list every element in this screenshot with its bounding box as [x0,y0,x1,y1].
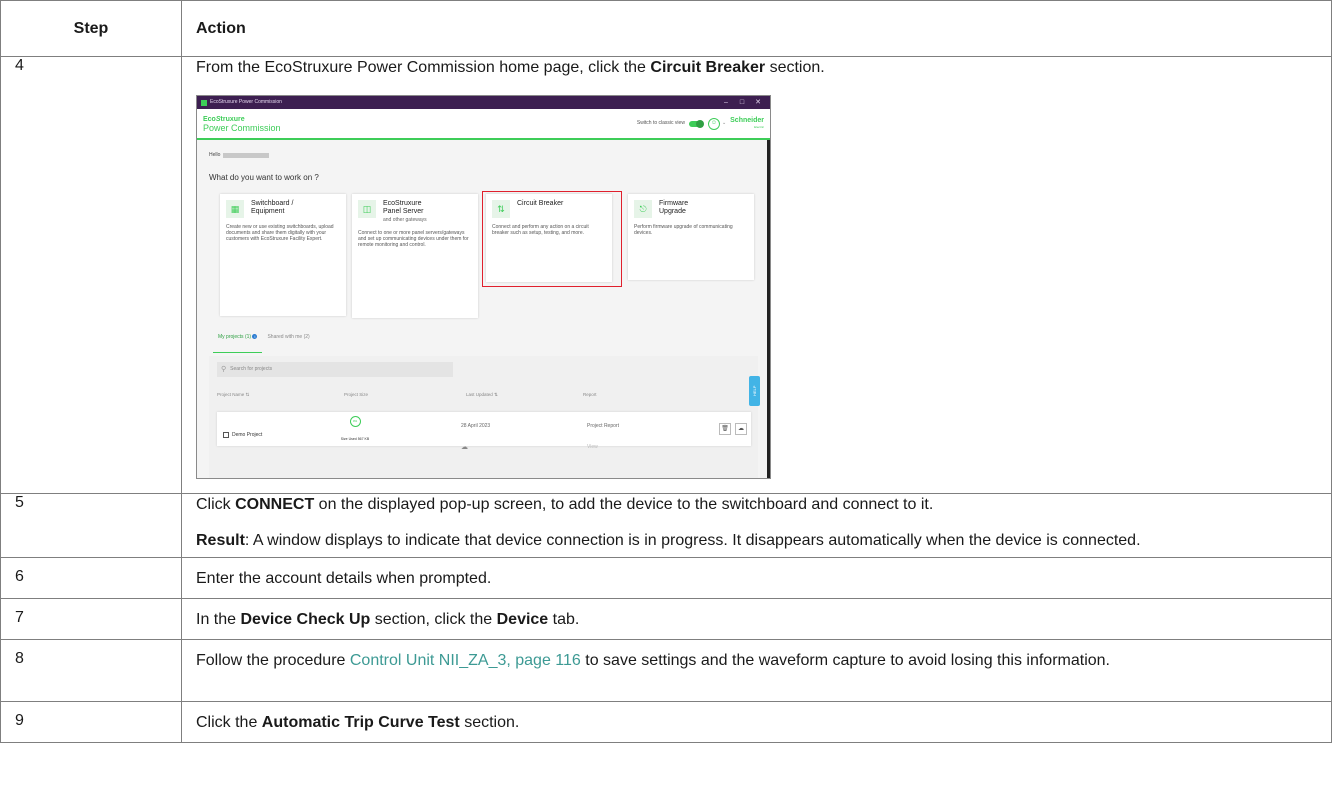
step-number: 4 [0,56,182,494]
view-report-link[interactable]: View [587,437,619,458]
home-content: Hello What do you want to work on ? ▦ Sw… [197,140,770,478]
search-icon: ⚲ [221,366,227,373]
step-row-4: 4 From the EcoStruxure Power Commission … [0,56,1332,494]
step-row-8: 8 Follow the procedure Control Unit NII_… [0,639,1332,702]
action-text: From the EcoStruxure Power Commission ho… [196,59,825,76]
delete-icon[interactable]: 🗑 [719,423,731,435]
step-number: 5 [0,493,182,558]
action-text: Enter the account details when prompted. [196,570,492,587]
close-icon[interactable]: ✕ [750,96,766,113]
step-action: Follow the procedure Control Unit NII_ZA… [181,639,1332,702]
card-firmware[interactable]: ⎋ Firmware Upgrade Perform firmware upgra… [628,194,754,280]
step-row-9: 9 Click the Automatic Trip Curve Test se… [0,701,1332,743]
header-row: Step Action [0,0,1332,57]
step-number: 7 [0,598,182,640]
col-project-name[interactable]: Project Name ⇅ [217,384,344,405]
step-action: From the EcoStruxure Power Commission ho… [181,56,1332,494]
action-text: Follow the procedure Control Unit NII_ZA… [196,652,1110,669]
report-cell: Project Report View [587,416,619,458]
table-header: Project Name ⇅ Project Size Last Updated… [209,384,758,405]
window-titlebar: EcoStruxure Power Commission – □ ✕ [197,96,770,109]
tab-my-projects[interactable]: My projects (1) i [213,324,263,353]
steps-table: Step Action 4 From the EcoStruxure Power… [0,0,1332,743]
highlight-box [482,191,622,287]
step-action: Click the Automatic Trip Curve Test sect… [181,701,1332,743]
header-step: Step [0,0,182,57]
action-text: Click CONNECT on the displayed pop-up sc… [196,496,934,513]
chevron-down-icon[interactable]: ⌄ [722,113,726,134]
section-cards: ▦ Switchboard / Equipment Create new or u… [209,191,758,320]
row-checkbox[interactable] [223,431,229,438]
maximize-icon[interactable]: □ [734,96,750,113]
window-title: EcoStruxure Power Commission [210,99,282,105]
help-tab[interactable]: HELP [749,376,760,406]
step-row-6: 6 Enter the account details when prompte… [0,557,1332,599]
step-action: Click CONNECT on the displayed pop-up sc… [181,493,1332,558]
switchboard-icon: ▦ [226,200,244,218]
step-row-7: 7 In the Device Check Up section, click … [0,598,1332,640]
app-header: EcoStruxure Power Commission Switch to c… [197,109,770,140]
app-icon [201,99,207,106]
app-screenshot: EcoStruxure Power Commission – □ ✕ EcoSt… [196,95,771,479]
app-logo: EcoStruxure Power Commission [203,115,281,133]
step-number: 9 [0,701,182,743]
firmware-icon: ⎋ [634,200,652,218]
step-row-5: 5 Click CONNECT on the displayed pop-up … [0,493,1332,558]
project-tabs: My projects (1) i Shared with me (2) [209,324,758,353]
last-updated-cell: 28 April 2023 ☁ [461,416,490,458]
user-icon[interactable]: ☺ [707,117,720,130]
card-switchboard[interactable]: ▦ Switchboard / Equipment Create new or u… [220,194,346,316]
card-panel-server[interactable]: ◫ EcoStruxure Panel Server and other gatew… [352,194,478,318]
home-question: What do you want to work on ? [209,173,319,182]
step-number: 6 [0,557,182,599]
brand-logo: Schneider Electric [730,116,764,129]
classic-view-label: Switch to classic view [636,120,685,126]
step-action: Enter the account details when prompted. [181,557,1332,599]
size-ring: 0% [349,416,361,427]
minimize-icon[interactable]: – [718,96,734,113]
projects-panel: ⚲ Search for projects Project Name ⇅ Pro… [209,356,758,478]
tab-shared[interactable]: Shared with me (2) [262,324,314,353]
project-name-cell: Demo Project [223,425,262,446]
col-last-updated[interactable]: Last Updated ⇅ [466,384,583,405]
result-text: Result: A window displays to indicate th… [196,532,1141,549]
col-project-size: Project Size [344,392,369,397]
header-action: Action [181,0,1332,57]
project-size-cell: 0% Size Used 567 KB [335,416,375,450]
step-number: 8 [0,639,182,702]
window-edge [767,140,770,478]
control-unit-link[interactable]: Control Unit NII_ZA_3, page 116 [350,652,581,669]
col-report: Report [583,392,597,397]
step-action: In the Device Check Up section, click th… [181,598,1332,640]
search-input[interactable]: ⚲ Search for projects [217,362,453,377]
action-text: In the Device Check Up section, click th… [196,611,580,628]
table-row[interactable]: Demo Project 0% Size Used 567 KB 28 Apri… [217,412,751,451]
cloud-sync-icon: ☁ [461,444,468,451]
classic-view-toggle[interactable] [688,119,704,128]
panel-server-icon: ◫ [358,200,376,218]
action-text: Click the Automatic Trip Curve Test sect… [196,714,520,731]
greeting: Hello [209,145,758,166]
info-icon: i [252,334,258,339]
cloud-upload-icon[interactable]: ☁ [735,423,747,435]
